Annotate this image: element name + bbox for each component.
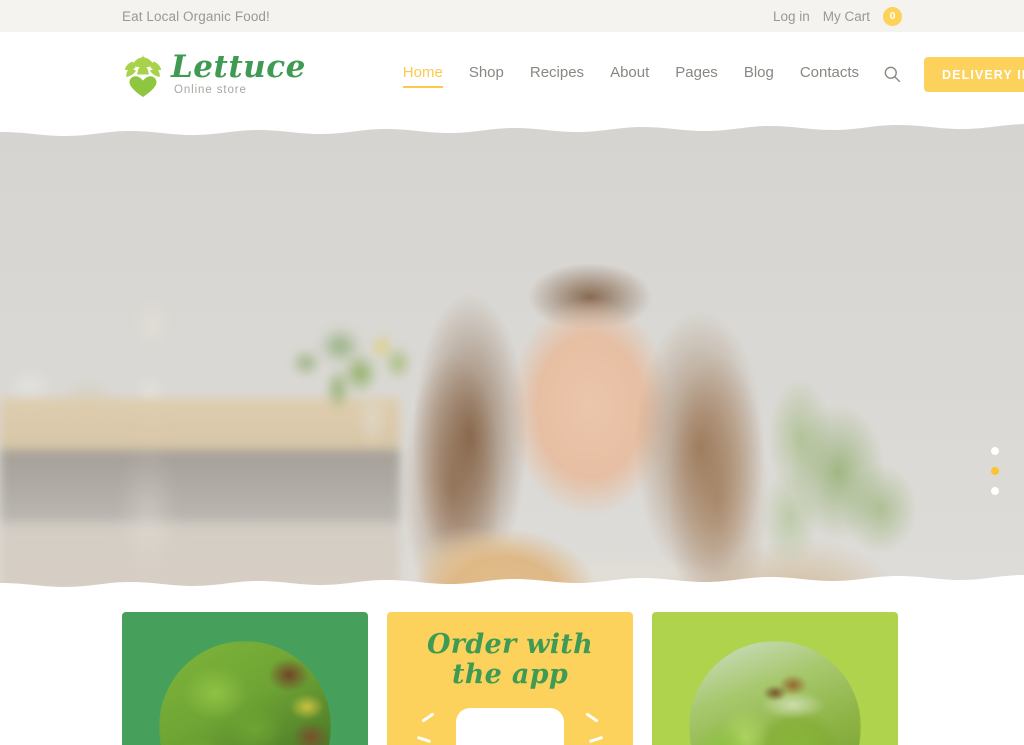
green-smoothie-photo (689, 641, 861, 745)
main-navigation: Home Shop Recipes About Pages Blog Conta… (402, 64, 859, 88)
nav-item-shop[interactable]: Shop (469, 64, 504, 85)
slider-dot-1[interactable] (991, 447, 999, 455)
phone-mockup (456, 708, 564, 745)
top-bar-actions: Log in My Cart 0 (773, 6, 902, 26)
my-cart-link[interactable]: My Cart (823, 9, 870, 24)
nav-item-pages[interactable]: Pages (675, 64, 718, 85)
sparkle-icon-right-bottom (588, 735, 604, 744)
logo[interactable]: Lettuce Online store (122, 52, 306, 98)
smoothie-image-circle (689, 641, 861, 745)
green-smoothie-card[interactable] (652, 612, 898, 745)
site-header: Lettuce Online store Home Shop Recipes A… (0, 32, 1024, 117)
fresh-salad-card[interactable] (122, 612, 368, 745)
order-with-app-card[interactable]: Order with the app (387, 612, 633, 745)
slider-pagination (991, 447, 999, 495)
logo-text: Lettuce Online store (171, 52, 306, 97)
order-with-app-title-line2: the app (451, 659, 569, 691)
nav-item-contacts[interactable]: Contacts (800, 64, 859, 85)
nav-item-about[interactable]: About (610, 64, 649, 85)
search-icon[interactable] (883, 64, 902, 86)
sparkle-icon-left-bottom (416, 735, 432, 744)
slider-dot-2[interactable] (991, 467, 999, 475)
lettuce-leaf-heart-icon (122, 52, 164, 98)
sparkle-icon-right-top (585, 712, 599, 723)
salad-bowl-photo (159, 641, 331, 745)
tagline-text: Eat Local Organic Food! (122, 8, 270, 24)
promo-cards: Order with the app (0, 612, 1024, 745)
nav-item-blog[interactable]: Blog (744, 64, 774, 85)
nav-item-recipes[interactable]: Recipes (530, 64, 584, 85)
salad-image-circle (159, 641, 331, 745)
order-with-app-title-line1: Order with (426, 629, 594, 660)
hero-slider (0, 117, 1024, 592)
hero-plant-front (312, 327, 432, 457)
sparkle-icon-left-top (421, 712, 435, 723)
order-with-app-title: Order with the app (387, 629, 633, 691)
logo-subtitle: Online store (174, 84, 247, 97)
login-link[interactable]: Log in (773, 9, 810, 24)
top-bar: Eat Local Organic Food! Log in My Cart 0 (0, 0, 1024, 32)
logo-wordmark: Lettuce (171, 49, 306, 86)
cart-count-badge[interactable]: 0 (883, 6, 902, 26)
delivery-info-button[interactable]: DELIVERY INFO (924, 57, 1024, 92)
slider-dot-3[interactable] (991, 487, 999, 495)
nav-item-home[interactable]: Home (402, 64, 443, 88)
